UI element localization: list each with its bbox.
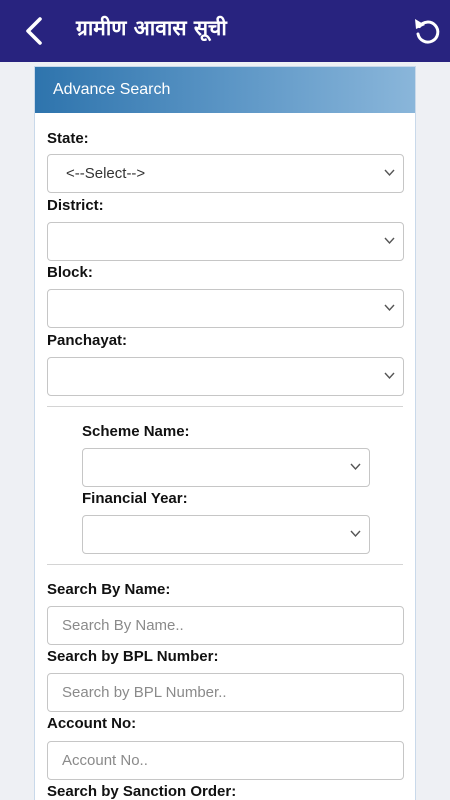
advance-search-panel: Advance Search State: <--Select--> Distr… [34,66,416,800]
section-divider [47,406,403,407]
chevron-down-icon [384,237,395,245]
bpl-number-label: Search by BPL Number: [47,648,219,665]
block-select[interactable] [47,289,404,328]
search-by-name-label: Search By Name: [47,581,171,598]
panchayat-select[interactable] [47,357,404,396]
chevron-down-icon [384,372,395,380]
app-bar: ग्रामीण आवास सूची [0,0,450,62]
panel-heading: Advance Search [35,67,415,113]
chevron-down-icon [350,530,361,538]
account-no-label: Account No: [47,715,137,732]
district-label: District: [47,197,104,214]
search-by-name-input[interactable]: Search By Name.. [47,606,404,645]
state-label: State: [47,130,89,147]
refresh-icon [415,19,440,44]
scheme-name-select[interactable] [82,448,370,487]
back-button[interactable] [18,14,52,48]
section-divider [47,564,403,565]
financial-year-label: Financial Year: [82,490,188,507]
refresh-button[interactable] [410,14,444,48]
panchayat-label: Panchayat: [47,332,128,349]
financial-year-select[interactable] [82,515,370,554]
account-no-input[interactable]: Account No.. [47,741,404,780]
block-label: Block: [47,264,93,281]
chevron-down-icon [384,304,395,312]
chevron-down-icon [384,169,395,177]
bpl-number-input[interactable]: Search by BPL Number.. [47,673,404,712]
content-area[interactable]: Advance Search State: <--Select--> Distr… [0,62,450,800]
state-select[interactable]: <--Select--> [47,154,404,193]
sanction-order-label: Search by Sanction Order: [47,783,237,800]
back-arrow-icon [26,17,42,45]
chevron-down-icon [350,463,361,471]
scheme-name-label: Scheme Name: [82,423,190,440]
state-select-value: <--Select--> [66,165,146,182]
district-select[interactable] [47,222,404,261]
page-title: ग्रामीण आवास सूची [76,16,227,40]
